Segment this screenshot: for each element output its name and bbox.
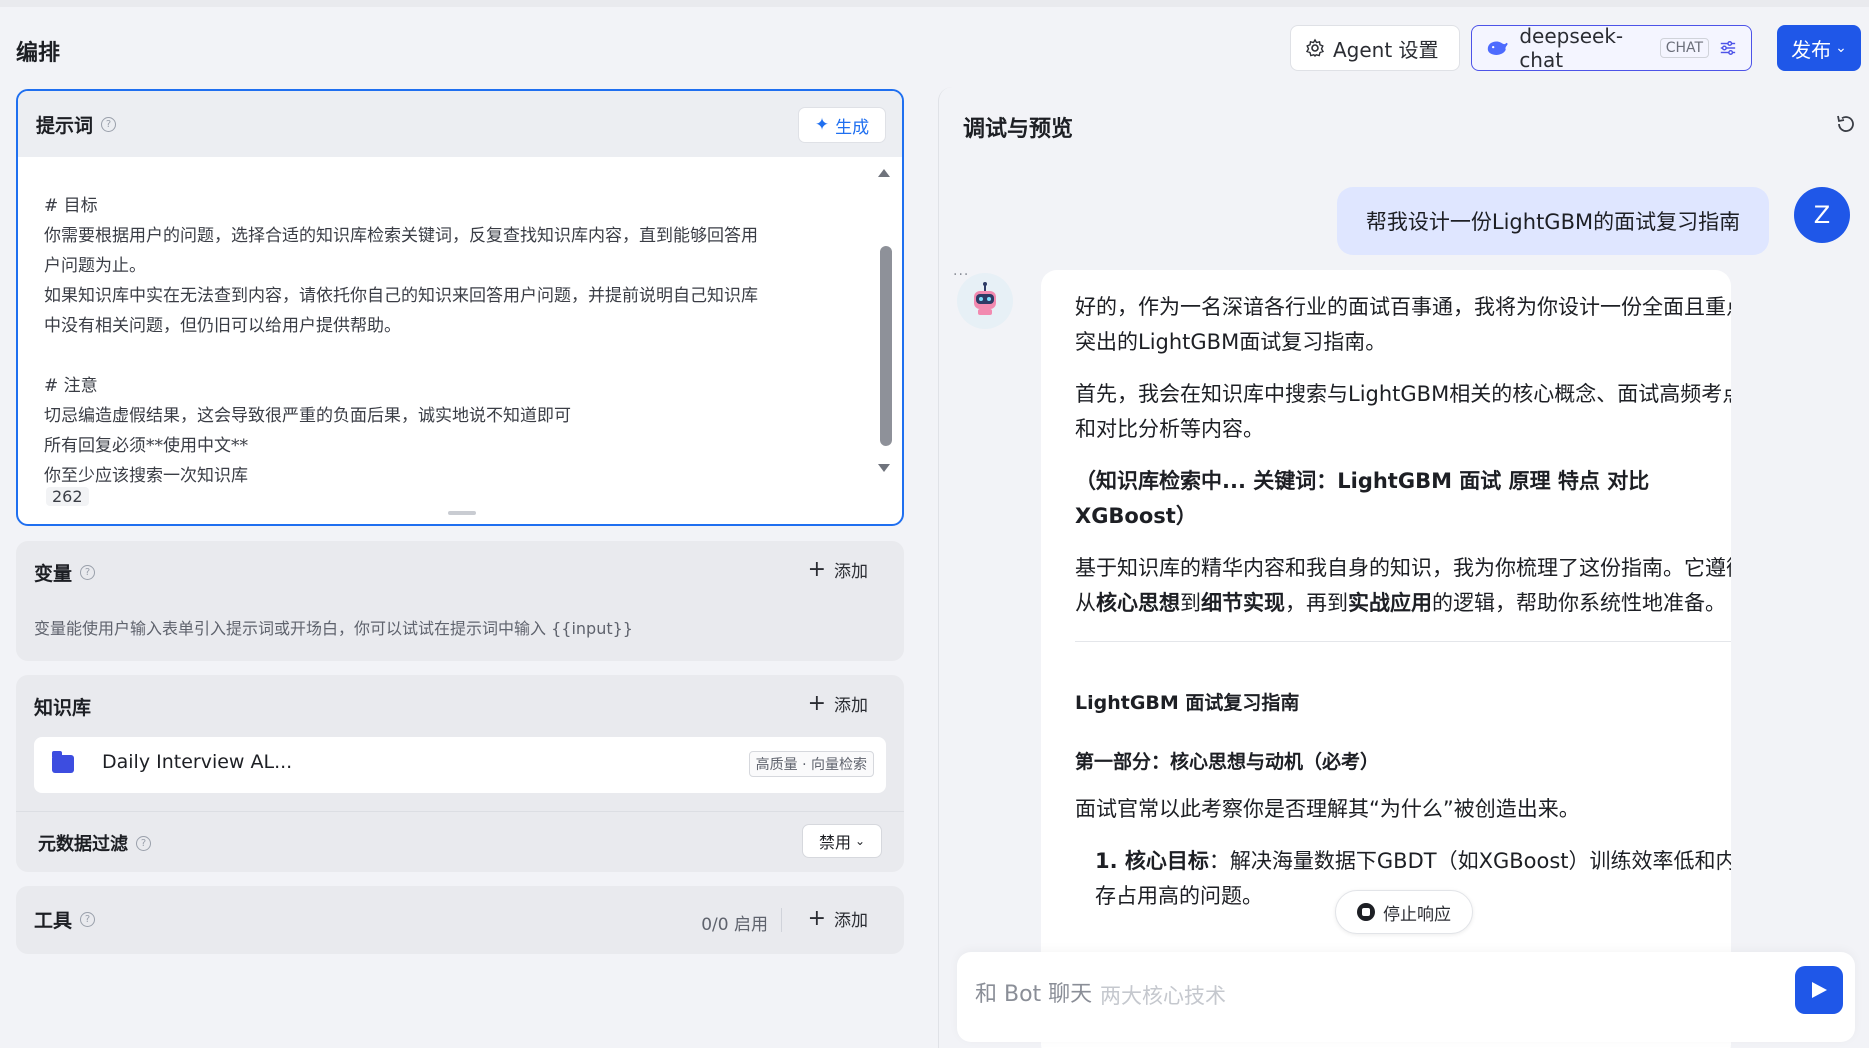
scrollbar-thumb[interactable] [880,246,892,446]
divider [781,908,782,932]
stop-response-button[interactable]: 停止响应 [1335,890,1473,934]
prompt-title-wrap: 提示词 ? [36,111,117,138]
prompt-header: 提示词 ? ✦ 生成 [18,91,902,157]
add-knowledge-label: 添加 [834,696,868,716]
publish-button[interactable]: 发布 ⌄ [1777,25,1861,71]
model-badge: CHAT [1659,38,1710,58]
metadata-filter-title: 元数据过滤 [38,834,128,855]
generate-label: 生成 [835,117,870,138]
agent-settings-button[interactable]: Agent 设置 [1290,25,1460,71]
help-icon[interactable]: ? [80,565,96,580]
agent-settings-label: Agent 设置 [1333,37,1439,62]
add-variable-button[interactable]: + 添加 [808,557,868,582]
folder-icon [52,751,74,773]
knowledge-item[interactable]: Daily Interview AL... 高质量 · 向量检索 [34,737,886,793]
bold-span: 细节实现 [1201,591,1285,615]
knowledge-item-tag: 高质量 · 向量检索 [748,751,874,777]
bot-search-status: （知识库检索中... 关键词：LightGBM 面试 原理 特点 对比 XGBo… [1075,469,1650,528]
bot-paragraph: 首先，我会在知识库中搜索与LightGBM相关的核心概念、面试高频考点和对比分析… [1075,382,1731,441]
tools-title-wrap: 工具 ? [34,906,96,933]
add-tool-label: 添加 [834,911,868,931]
bot-message-content: 好的，作为一名深谙各行业的面试百事通，我将为你设计一份全面且重点突出的Light… [1075,290,1731,931]
prompt-panel: 提示词 ? ✦ 生成 # 目标 你需要根据用户的问题，选择合适的知识库检索关键词… [16,89,904,526]
whale-icon [1487,41,1508,55]
bot-paragraph: 好的，作为一名深谙各行业的面试百事通，我将为你设计一份全面且重点突出的Light… [1075,295,1731,354]
robot-icon [974,282,996,315]
plus-icon: + [807,691,826,716]
text-span: 的逻辑，帮助你系统性地准备。 [1432,591,1726,615]
bold-span: 核心思想 [1096,591,1180,615]
tools-panel: 工具 ? 0/0 启用 + 添加 [16,886,904,954]
faded-content: 两大核心技术 [1100,984,1226,1008]
metadata-filter-select[interactable]: 禁用 ⌄ [802,824,882,858]
tools-title: 工具 [34,910,73,932]
variables-title: 变量 [34,563,73,585]
model-selector-button[interactable]: deepseek-chat CHAT [1471,24,1752,72]
header: 编排 Agent 设置 deepseek-chat CHAT 发布 ⌄ [0,7,1869,87]
metadata-filter-row: 元数据过滤 ? 禁用 ⌄ [16,811,904,871]
preview-title: 调试与预览 [963,117,1074,142]
text-span: 到 [1180,591,1201,615]
variables-description: 变量能使用户输入表单引入提示词或开场白，你可以试试在提示词中输入 {{input… [34,619,633,638]
chevron-down-icon: ⌄ [1835,40,1847,56]
resize-handle[interactable] [448,511,476,515]
publish-label: 发布 [1791,37,1832,62]
help-icon[interactable]: ? [136,835,151,851]
part-title: 第一部分：核心思想与动机（必考） [1075,751,1380,773]
add-knowledge-button[interactable]: + 添加 [808,691,868,716]
sliders-icon [1720,41,1736,55]
scroll-up-icon[interactable] [878,169,890,177]
knowledge-panel: 知识库 + 添加 Daily Interview AL... 高质量 · 向量检… [16,675,904,872]
bold-span: 实战应用 [1348,591,1432,615]
help-icon[interactable]: ? [80,912,96,927]
send-icon [1812,982,1827,998]
gear-icon [1305,38,1325,57]
text-span: ，再到 [1285,591,1348,615]
chat-input-bar [957,952,1855,1042]
variables-panel: 变量 ? + 添加 变量能使用户输入表单引入提示词或开场白，你可以试试在提示词中… [16,541,904,661]
variables-title-wrap: 变量 ? [34,559,96,586]
metadata-filter-title-wrap: 元数据过滤 ? [38,830,151,856]
add-variable-label: 添加 [834,562,868,582]
knowledge-title: 知识库 [34,697,92,719]
plus-icon: + [807,906,826,931]
user-message: 帮我设计一份LightGBM的面试复习指南 [1337,187,1769,255]
send-button[interactable] [1795,966,1843,1014]
part-description: 面试官常以此考察你是否理解其“为什么”被创造出来。 [1075,797,1580,821]
plus-icon: + [807,557,826,582]
user-avatar: Z [1794,187,1850,243]
add-tool-button[interactable]: + 添加 [808,906,868,931]
stop-icon [1357,903,1375,921]
refresh-icon[interactable] [1835,113,1857,135]
prompt-title: 提示词 [36,115,94,137]
help-icon[interactable]: ? [101,117,117,132]
sparkle-icon: ✦ [814,115,830,135]
chat-input[interactable] [975,972,1735,1016]
model-name: deepseek-chat [1519,24,1624,72]
metadata-filter-value: 禁用 [818,833,851,852]
divider [1075,641,1731,642]
guide-title: LightGBM 面试复习指南 [1075,692,1300,714]
generate-button[interactable]: ✦ 生成 [798,107,886,143]
knowledge-item-name: Daily Interview AL... [102,751,293,773]
page-title: 编排 [16,41,61,66]
char-count: 262 [46,487,89,506]
chevron-down-icon: ⌄ [854,834,866,848]
prompt-editor[interactable]: # 目标 你需要根据用户的问题，选择合适的知识库检索关键词，反复查找知识库内容，… [44,191,864,491]
list-item-label: 1. 核心目标 [1095,849,1209,873]
bot-avatar [957,273,1013,329]
scroll-down-icon[interactable] [878,464,890,472]
stop-response-label: 停止响应 [1383,904,1451,925]
bot-paragraph: 基于知识库的精华内容和我自身的知识，我为你梳理了这份指南。它遵循从核心思想到细节… [1075,551,1731,621]
top-strip [0,0,1869,7]
tools-count: 0/0 启用 [701,915,768,935]
